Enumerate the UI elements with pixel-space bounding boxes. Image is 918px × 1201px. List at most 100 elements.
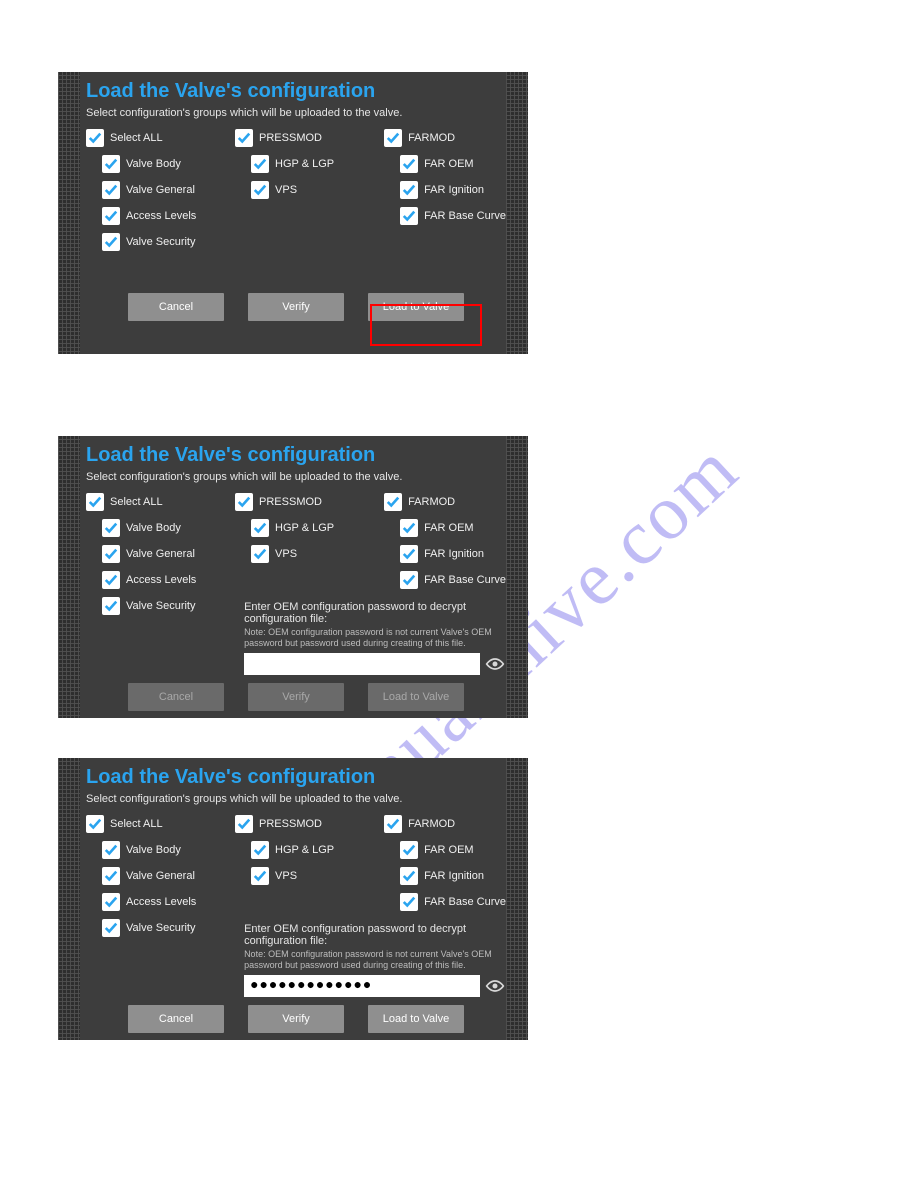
checkbox-access-levels[interactable]: Access Levels bbox=[86, 893, 215, 911]
checkbox-far-oem[interactable]: FAR OEM bbox=[384, 841, 506, 859]
label: HGP & LGP bbox=[275, 844, 334, 856]
check-icon bbox=[102, 919, 120, 937]
checkbox-farmod[interactable]: FARMOD bbox=[384, 493, 506, 511]
checkbox-hgp-lgp[interactable]: HGP & LGP bbox=[235, 841, 364, 859]
checkbox-hgp-lgp[interactable]: HGP & LGP bbox=[235, 519, 364, 537]
check-icon bbox=[235, 493, 253, 511]
label: Select ALL bbox=[110, 132, 163, 144]
load-to-valve-button[interactable]: Load to Valve bbox=[368, 1005, 464, 1033]
load-to-valve-button[interactable]: Load to Valve bbox=[368, 293, 464, 321]
check-icon bbox=[102, 571, 120, 589]
checkbox-pressmod[interactable]: PRESSMOD bbox=[235, 493, 364, 511]
label: Access Levels bbox=[126, 896, 196, 908]
checkbox-pressmod[interactable]: PRESSMOD bbox=[235, 129, 364, 147]
panel3-title: Load the Valve's configuration bbox=[86, 766, 506, 789]
label: FAR OEM bbox=[424, 158, 474, 170]
checkbox-far-oem[interactable]: FAR OEM bbox=[384, 155, 506, 173]
checkbox-far-ignition[interactable]: FAR Ignition bbox=[384, 181, 506, 199]
checkbox-far-base-curve[interactable]: FAR Base Curve bbox=[384, 893, 506, 911]
load-to-valve-button[interactable]: Load to Valve bbox=[368, 683, 464, 711]
checkbox-select-all[interactable]: Select ALL bbox=[86, 129, 215, 147]
checkbox-valve-security[interactable]: Valve Security bbox=[86, 919, 215, 937]
checkbox-access-levels[interactable]: Access Levels bbox=[86, 571, 215, 589]
verify-button[interactable]: Verify bbox=[248, 293, 344, 321]
checkbox-far-oem[interactable]: FAR OEM bbox=[384, 519, 506, 537]
check-icon bbox=[400, 893, 418, 911]
label: Valve Security bbox=[126, 922, 196, 934]
label: FAR Base Curve bbox=[424, 210, 506, 222]
label: Valve General bbox=[126, 870, 195, 882]
checkbox-select-all[interactable]: Select ALL bbox=[86, 493, 215, 511]
eye-icon[interactable] bbox=[484, 653, 506, 675]
checkbox-valve-general[interactable]: Valve General bbox=[86, 545, 215, 563]
checkbox-far-ignition[interactable]: FAR Ignition bbox=[384, 545, 506, 563]
checkbox-far-ignition[interactable]: FAR Ignition bbox=[384, 867, 506, 885]
check-icon bbox=[251, 155, 269, 173]
check-icon bbox=[384, 815, 402, 833]
checkbox-valve-general[interactable]: Valve General bbox=[86, 181, 215, 199]
checkbox-valve-security[interactable]: Valve Security bbox=[86, 233, 215, 251]
label: FAR Ignition bbox=[424, 870, 484, 882]
checkbox-valve-body[interactable]: Valve Body bbox=[86, 519, 215, 537]
panel3-subtitle: Select configuration's groups which will… bbox=[86, 793, 506, 805]
cancel-button[interactable]: Cancel bbox=[128, 1005, 224, 1033]
check-icon bbox=[86, 493, 104, 511]
checkbox-farmod[interactable]: FARMOD bbox=[384, 815, 506, 833]
check-icon bbox=[400, 519, 418, 537]
check-icon bbox=[251, 181, 269, 199]
panel1-subtitle: Select configuration's groups which will… bbox=[86, 107, 506, 119]
cancel-button[interactable]: Cancel bbox=[128, 683, 224, 711]
panel2-title: Load the Valve's configuration bbox=[86, 444, 506, 467]
check-icon bbox=[102, 181, 120, 199]
verify-button[interactable]: Verify bbox=[248, 1005, 344, 1033]
password-note: Note: OEM configuration password is not … bbox=[244, 627, 506, 649]
label: Valve General bbox=[126, 184, 195, 196]
label: FAR Ignition bbox=[424, 184, 484, 196]
check-icon bbox=[400, 571, 418, 589]
checkbox-valve-security[interactable]: Valve Security bbox=[86, 597, 215, 615]
eye-icon[interactable] bbox=[484, 975, 506, 997]
label: Valve Body bbox=[126, 522, 181, 534]
check-icon bbox=[251, 519, 269, 537]
checkbox-vps[interactable]: VPS bbox=[235, 181, 364, 199]
label: PRESSMOD bbox=[259, 132, 322, 144]
checkbox-vps[interactable]: VPS bbox=[235, 867, 364, 885]
checkbox-valve-general[interactable]: Valve General bbox=[86, 867, 215, 885]
label: Access Levels bbox=[126, 574, 196, 586]
checkbox-hgp-lgp[interactable]: HGP & LGP bbox=[235, 155, 364, 173]
checkbox-valve-body[interactable]: Valve Body bbox=[86, 155, 215, 173]
panel2-subtitle: Select configuration's groups which will… bbox=[86, 471, 506, 483]
check-icon bbox=[400, 207, 418, 225]
checkbox-access-levels[interactable]: Access Levels bbox=[86, 207, 215, 225]
check-icon bbox=[102, 841, 120, 859]
check-icon bbox=[102, 155, 120, 173]
check-icon bbox=[384, 129, 402, 147]
label: VPS bbox=[275, 870, 297, 882]
checkbox-pressmod[interactable]: PRESSMOD bbox=[235, 815, 364, 833]
label: Valve Security bbox=[126, 600, 196, 612]
label: FAR Ignition bbox=[424, 548, 484, 560]
password-input[interactable] bbox=[244, 653, 480, 675]
check-icon bbox=[251, 867, 269, 885]
checkbox-far-base-curve[interactable]: FAR Base Curve bbox=[384, 207, 506, 225]
checkbox-farmod[interactable]: FARMOD bbox=[384, 129, 506, 147]
checkbox-far-base-curve[interactable]: FAR Base Curve bbox=[384, 571, 506, 589]
cancel-button[interactable]: Cancel bbox=[128, 293, 224, 321]
label: Select ALL bbox=[110, 496, 163, 508]
check-icon bbox=[102, 867, 120, 885]
check-icon bbox=[102, 233, 120, 251]
password-prompt: Enter OEM configuration password to decr… bbox=[244, 923, 506, 947]
password-input[interactable]: ●●●●●●●●●●●●● bbox=[244, 975, 480, 997]
check-icon bbox=[235, 815, 253, 833]
check-icon bbox=[384, 493, 402, 511]
label: PRESSMOD bbox=[259, 496, 322, 508]
checkbox-vps[interactable]: VPS bbox=[235, 545, 364, 563]
label: HGP & LGP bbox=[275, 522, 334, 534]
label: Valve Body bbox=[126, 844, 181, 856]
label: Valve Body bbox=[126, 158, 181, 170]
checkbox-select-all[interactable]: Select ALL bbox=[86, 815, 215, 833]
label: FAR Base Curve bbox=[424, 896, 506, 908]
checkbox-valve-body[interactable]: Valve Body bbox=[86, 841, 215, 859]
label: FARMOD bbox=[408, 496, 455, 508]
verify-button[interactable]: Verify bbox=[248, 683, 344, 711]
